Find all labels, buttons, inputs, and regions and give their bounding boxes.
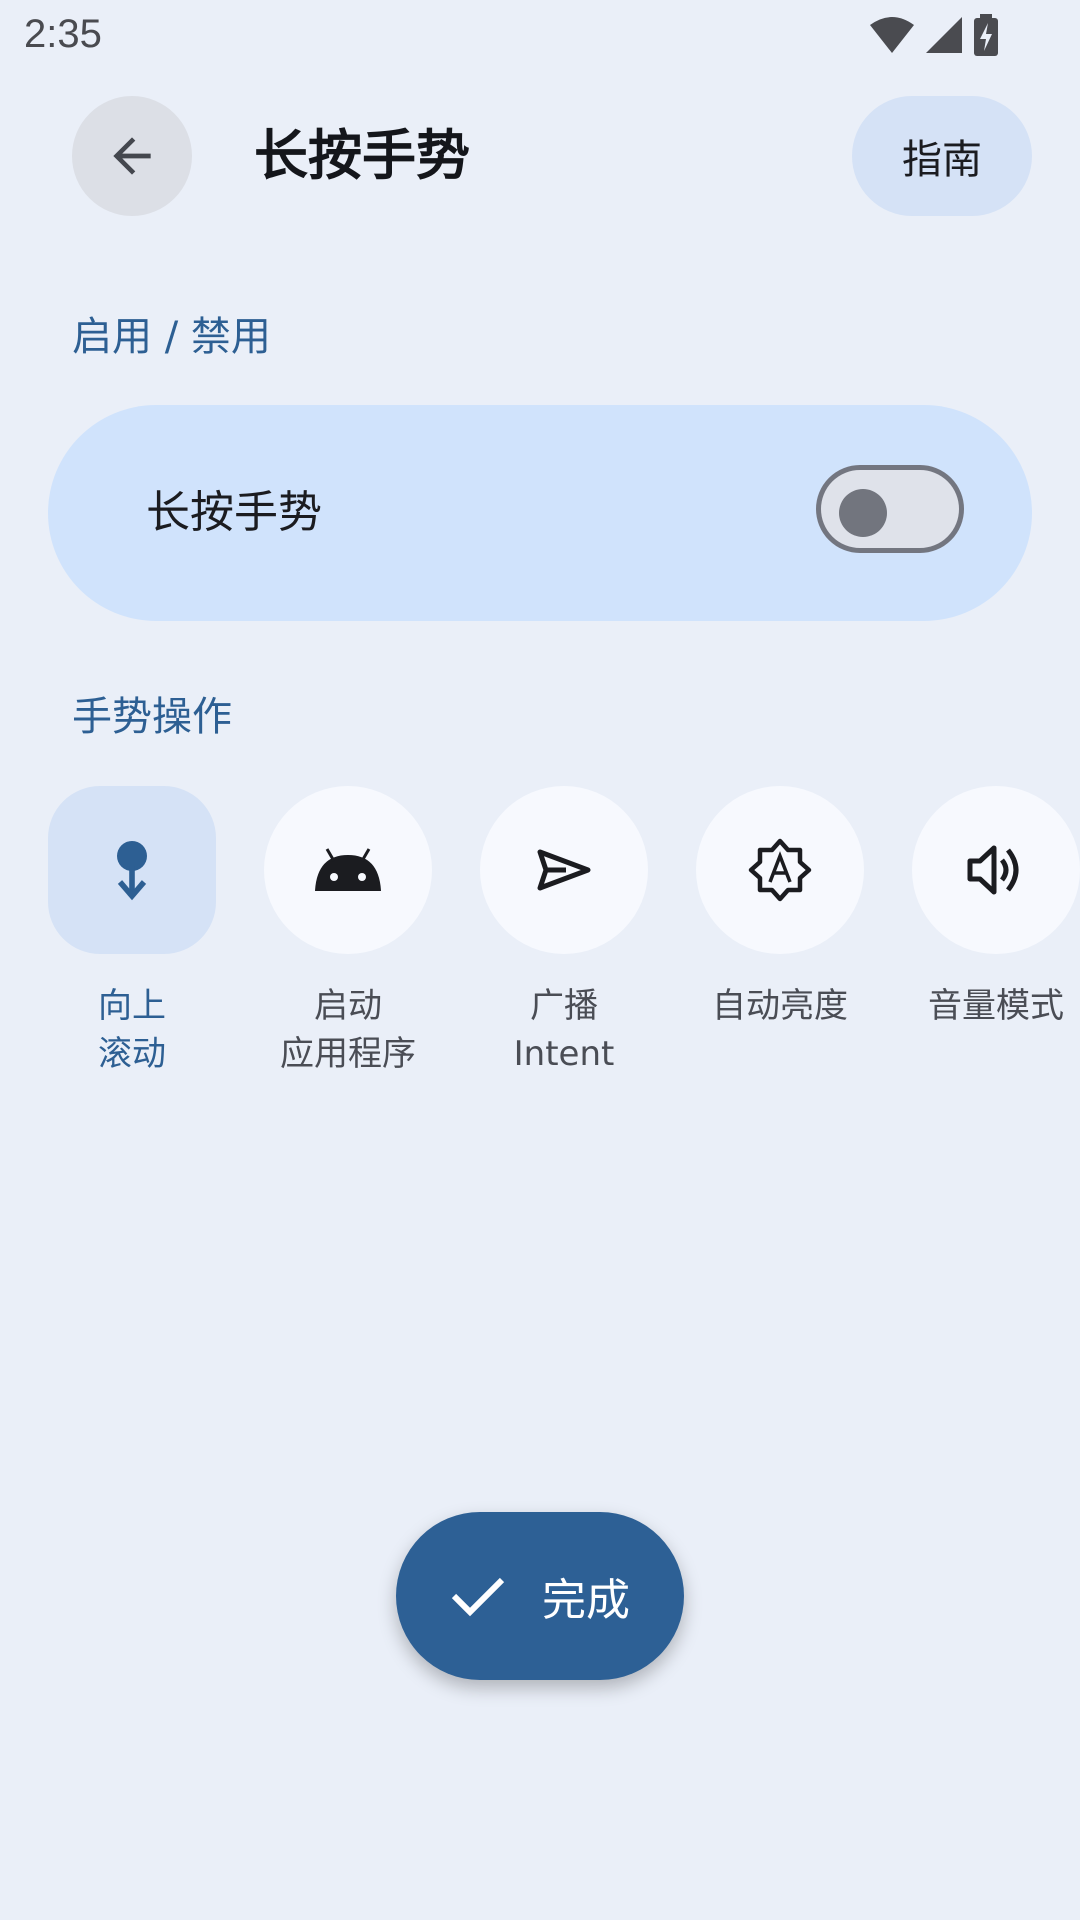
brightness-auto-icon: [748, 838, 812, 902]
action-launch-app[interactable]: 启动 应用程序: [240, 786, 456, 1078]
action-label: 音量模式: [928, 986, 1064, 1026]
back-button[interactable]: [72, 96, 192, 216]
action-label: 启动 应用程序: [280, 986, 416, 1074]
section-label-enable: 启用 / 禁用: [72, 314, 271, 360]
action-icon-container: [264, 786, 432, 954]
arrow-back-icon: [113, 137, 151, 175]
wifi-icon: [870, 17, 914, 53]
cell-signal-icon: [926, 17, 962, 53]
status-time: 2:35: [24, 12, 102, 56]
page-title: 长按手势: [254, 124, 470, 187]
scroll-up-icon: [117, 841, 147, 901]
long-press-toggle-card[interactable]: 长按手势: [48, 405, 1032, 621]
send-icon: [537, 849, 591, 891]
android-icon: [315, 848, 381, 891]
action-label: 自动亮度: [712, 986, 848, 1026]
action-volume-mode[interactable]: 音量模式: [888, 786, 1080, 1030]
volume-icon: [967, 845, 1019, 895]
action-icon-container: [480, 786, 648, 954]
status-icons: [868, 14, 1000, 56]
action-label: 向上 滚动: [98, 986, 166, 1074]
guide-button[interactable]: 指南: [852, 96, 1032, 216]
status-bar: 2:35: [0, 0, 1080, 76]
long-press-switch[interactable]: [816, 465, 964, 553]
check-icon: [451, 1577, 505, 1617]
action-icon-container: [912, 786, 1080, 954]
action-scroll-up[interactable]: 向上 滚动: [24, 786, 240, 1078]
battery-charging-icon: [974, 14, 998, 56]
done-button[interactable]: 完成: [396, 1512, 684, 1680]
action-auto-brightness[interactable]: 自动亮度: [672, 786, 888, 1030]
done-button-label: 完成: [542, 1575, 630, 1626]
action-broadcast-intent[interactable]: 广播 Intent: [456, 786, 672, 1078]
section-label-actions: 手势操作: [72, 694, 232, 740]
action-label: 广播 Intent: [513, 986, 615, 1074]
toggle-card-label: 长按手势: [146, 487, 322, 538]
gesture-actions-row: 向上 滚动 启动 应用程序 广播 Intent 自动亮度 音量模式: [0, 786, 1080, 1086]
switch-knob: [839, 489, 887, 537]
action-icon-container: [696, 786, 864, 954]
action-icon-container: [48, 786, 216, 954]
